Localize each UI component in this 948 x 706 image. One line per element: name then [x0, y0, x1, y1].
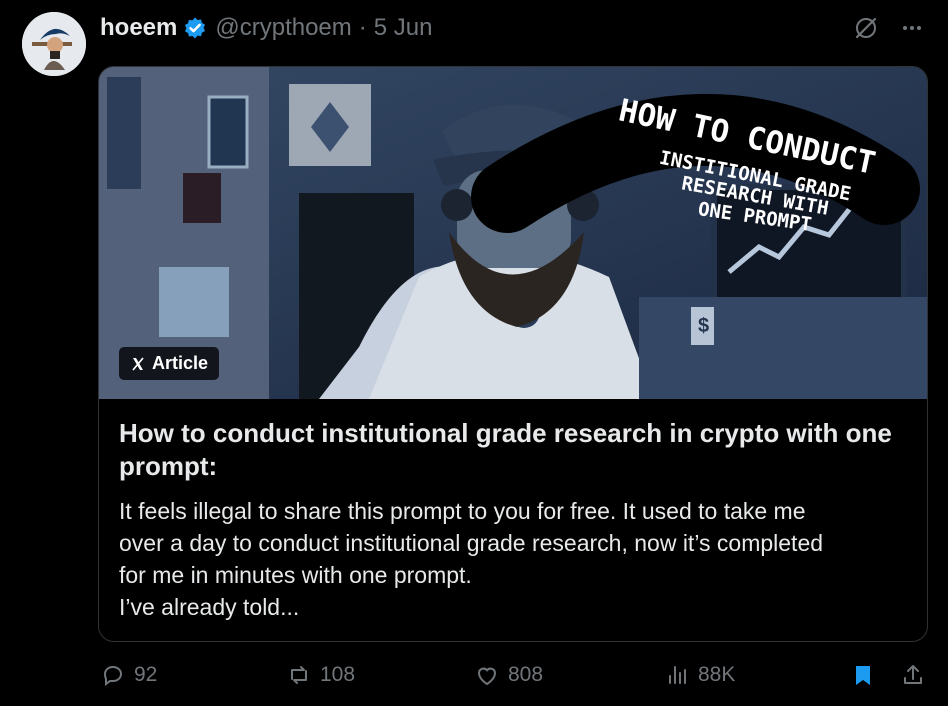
views-button[interactable]: 88K — [664, 662, 735, 688]
svg-text:$: $ — [698, 315, 709, 337]
views-icon — [669, 666, 686, 684]
description-line: It feels illegal to share this prompt to… — [119, 498, 806, 524]
repost-button[interactable]: 108 — [286, 662, 355, 688]
article-image[interactable]: B $ HOW TO CONDUCT INSTITIONAL GRADE RES… — [99, 67, 927, 399]
like-count: 808 — [508, 663, 544, 686]
reply-count: 92 — [134, 663, 158, 686]
repost-count: 108 — [320, 663, 356, 686]
reply-icon — [103, 665, 123, 686]
x-logo-icon — [132, 356, 144, 371]
bookmark-icon — [856, 666, 870, 685]
bookmark-button[interactable] — [850, 662, 876, 688]
verified-icon — [185, 17, 206, 39]
like-button[interactable]: 808 — [474, 662, 543, 688]
article-tag-label: Article — [152, 353, 209, 373]
grok-icon[interactable] — [852, 14, 880, 42]
article-description: It feels illegal to share this prompt to… — [119, 495, 909, 623]
tweet-top-actions — [852, 14, 926, 42]
author-handle[interactable]: @crypthoem — [215, 14, 351, 42]
view-count: 88K — [698, 663, 736, 686]
article-tag: Article — [119, 347, 220, 380]
reply-button[interactable]: 92 — [100, 662, 157, 688]
article-title[interactable]: How to conduct institutional grade resea… — [119, 417, 909, 483]
description-line: over a day to conduct institutional grad… — [119, 530, 824, 556]
separator: · — [358, 14, 367, 41]
avatar[interactable] — [22, 12, 86, 76]
description-line: for me in minutes with one prompt. — [119, 562, 472, 588]
repost-icon — [291, 666, 307, 684]
tweet-date[interactable]: 5 Jun — [374, 14, 433, 42]
share-icon — [904, 665, 922, 684]
tweet-header: hoeem @crypthoem · 5 Jun — [100, 12, 432, 44]
author-name[interactable]: hoeem — [100, 14, 177, 42]
article-card[interactable]: B $ HOW TO CONDUCT INSTITIONAL GRADE RES… — [98, 66, 928, 642]
description-line: I’ve already told... — [119, 594, 300, 620]
like-icon — [477, 667, 497, 686]
tweet-actions: 92 108 808 88K — [0, 662, 948, 696]
more-icon[interactable] — [898, 14, 926, 42]
share-button[interactable] — [900, 662, 926, 688]
